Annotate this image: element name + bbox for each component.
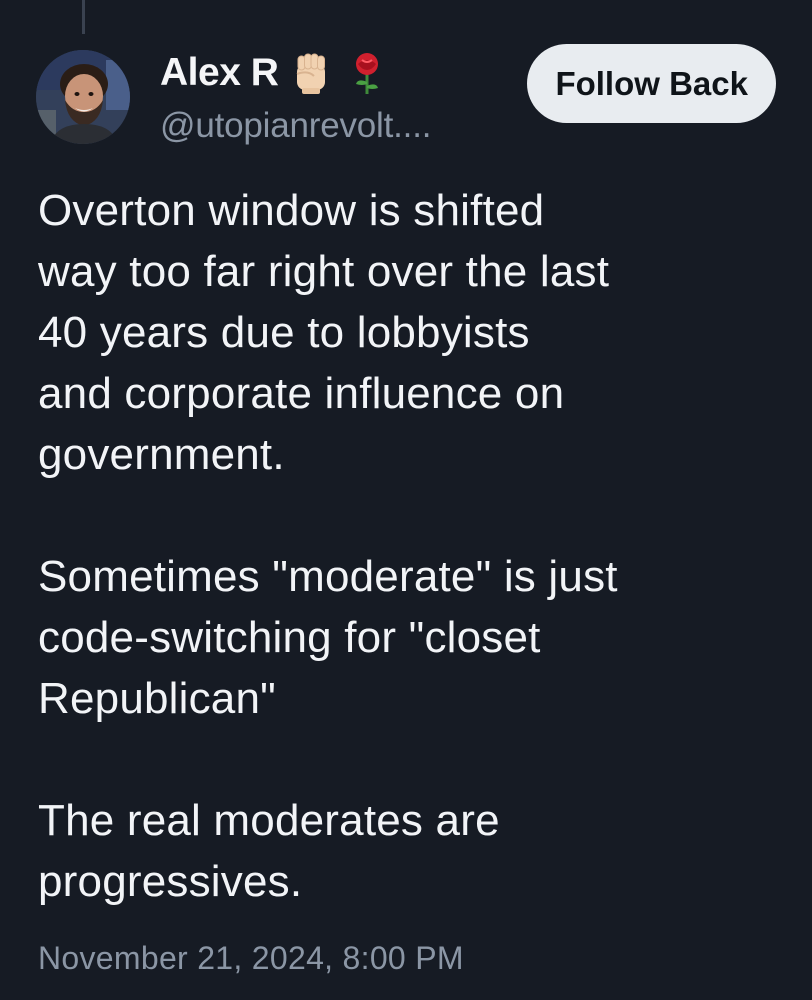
post-body: Overton window is shifted way too far ri…: [38, 180, 778, 912]
avatar[interactable]: [36, 50, 130, 144]
post-header: Alex R @utopianrevolt.... Follow Back: [36, 44, 776, 150]
display-name[interactable]: Alex R: [160, 51, 279, 95]
rose-icon: [344, 50, 390, 96]
avatar-image: [36, 50, 130, 144]
post-paragraph: Overton window is shifted way too far ri…: [38, 180, 778, 485]
post-line: code-switching for "closet: [38, 613, 541, 662]
follow-back-button[interactable]: Follow Back: [527, 44, 776, 123]
post-line: Overton window is shifted: [38, 186, 545, 235]
post-line: Republican": [38, 674, 276, 723]
name-row: Alex R: [160, 50, 390, 96]
raised-fist-icon: [288, 50, 334, 96]
post-line: government.: [38, 430, 285, 479]
post-timestamp[interactable]: November 21, 2024, 8:00 PM: [38, 940, 464, 977]
author-handle[interactable]: @utopianrevolt....: [160, 106, 431, 146]
post-line: The real moderates are: [38, 796, 500, 845]
post-line: progressives.: [38, 857, 303, 906]
post-paragraph: The real moderates are progressives.: [38, 790, 778, 912]
thread-connector-line: [82, 0, 85, 34]
post-line: and corporate influence on: [38, 369, 565, 418]
post-line: Sometimes "moderate" is just: [38, 552, 618, 601]
post-line: way too far right over the last: [38, 247, 610, 296]
post-paragraph: Sometimes "moderate" is just code-switch…: [38, 546, 778, 729]
post-line: 40 years due to lobbyists: [38, 308, 530, 357]
